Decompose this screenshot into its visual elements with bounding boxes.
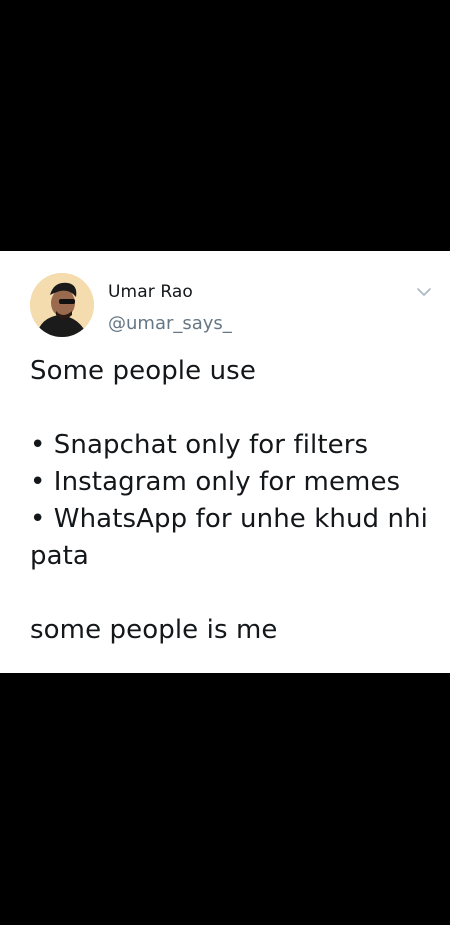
tweet-intro-line: Some people use	[30, 356, 256, 386]
bottom-black-area	[0, 673, 450, 925]
top-black-area	[0, 0, 450, 251]
chevron-down-icon[interactable]	[416, 283, 432, 296]
tweet-bullet-3: • WhatsApp for unhe khud nhi	[30, 504, 428, 534]
author-handle[interactable]: @umar_says_	[108, 313, 232, 334]
author-display-name[interactable]: Umar Rao	[108, 282, 193, 302]
tweet-bullet-3-continuation: pata	[30, 541, 89, 571]
tweet-closing-line: some people is me	[30, 615, 278, 645]
tweet-text: Some people use • Snapchat only for filt…	[30, 353, 430, 649]
avatar[interactable]	[30, 273, 94, 337]
tweet-bullet-1: • Snapchat only for filters	[30, 430, 369, 460]
tweet-card[interactable]: Umar Rao @umar_says_ Some people use • S…	[0, 251, 450, 673]
tweet-bullet-2: • Instagram only for memes	[30, 467, 401, 497]
avatar-photo	[30, 273, 94, 337]
